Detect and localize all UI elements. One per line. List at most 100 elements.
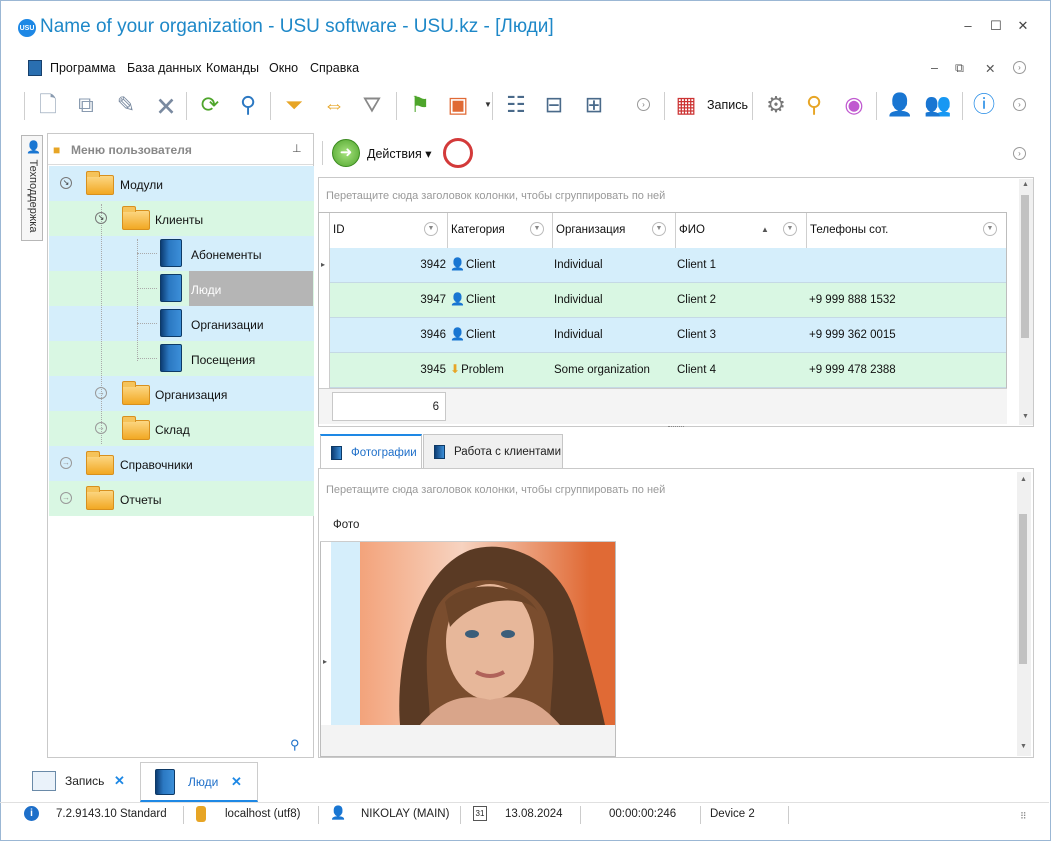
search-icon[interactable]: ⚲ [290,737,300,753]
scroll-down-icon[interactable]: ▼ [1020,743,1027,750]
doc-tab-people[interactable]: Люди ✕ [140,762,258,802]
status-separator [318,806,319,824]
resize-grip-icon[interactable]: ⠿ [1020,811,1027,822]
menu-window[interactable]: Окно [269,61,298,75]
collapsed-chevron-icon[interactable]: → [60,492,72,504]
copy-document-icon[interactable]: ⧉ [70,89,102,121]
map-pin-icon[interactable]: ⚲ [798,89,830,121]
scrollbar-thumb[interactable] [1021,195,1029,338]
info-icon[interactable]: ⓘ [968,89,1000,121]
cell-category: 👤Client [450,257,496,271]
filter-icon[interactable]: ▼ [983,222,997,236]
close-button[interactable]: ✕ [1012,18,1034,38]
delete-document-icon[interactable]: 🗙 [150,89,182,121]
scroll-up-icon[interactable]: ▲ [1020,476,1027,483]
close-icon[interactable]: ✕ [114,773,125,789]
tree-hierarchy-icon[interactable]: ⊞ [578,89,610,121]
book-icon [331,446,342,460]
pin-icon[interactable]: ⊥ [292,142,302,155]
collapsed-chevron-icon[interactable]: → [95,422,107,434]
tab-photos[interactable]: Фотографии [320,434,422,468]
tab-client-work[interactable]: Работа с клиентами [423,434,563,468]
mdi-minimize-button[interactable]: – [931,61,938,75]
mdi-restore-button[interactable]: ⧉ [955,61,964,76]
menu-commands[interactable]: Команды [206,61,259,75]
users-icon[interactable]: 👥 [922,89,954,121]
record-button-label[interactable]: Запись [707,98,748,112]
group-by-hint: Перетащите сюда заголовок колонки, чтобы… [326,484,666,496]
tree-expand-icon[interactable]: ☷ [500,89,532,121]
calendar-icon: 31 [473,806,487,821]
filter-check-icon[interactable]: ⛛ [356,89,388,121]
filter-icon[interactable]: ⏷ [278,89,310,121]
scroll-down-icon[interactable]: ▼ [1022,413,1029,420]
expanded-chevron-icon[interactable]: ↘ [60,177,72,189]
cell-name: Client 3 [677,329,716,341]
collapsed-chevron-icon[interactable]: → [60,457,72,469]
calendar-icon[interactable]: ▦ [670,89,702,121]
filter-icon[interactable]: ▼ [530,222,544,236]
tree-guide-line [137,253,157,254]
column-header-mobile-phones[interactable]: Телефоны сот. [807,213,1006,248]
app-menu-icon[interactable] [28,60,42,76]
table-row[interactable]: 3942 👤Client Individual Client 1 [330,248,1006,283]
doc-tab-record[interactable]: Запись ✕ [20,762,138,802]
menu-program[interactable]: Программа [50,61,116,75]
image-icon[interactable]: ▣ [442,89,474,121]
splitter-handle[interactable] [668,426,684,427]
table-row[interactable]: 3947 👤Client Individual Client 2 +9 999 … [330,283,1006,318]
menu-overflow-icon[interactable]: › [1013,61,1026,74]
support-side-tab[interactable]: 👤 Техподдержка [21,135,43,241]
toolbar-overflow-icon-2[interactable]: › [1013,98,1026,111]
filter-icon[interactable]: ▼ [652,222,666,236]
cell-name: Client 4 [677,364,716,376]
clock-icon[interactable] [443,138,473,168]
menu-database[interactable]: База данных [127,61,201,75]
user-icon[interactable]: 👤 [884,89,916,121]
search-icon[interactable]: ⚲ [232,89,264,121]
column-filter-icon[interactable]: ⇔ [318,89,350,121]
filter-icon[interactable]: ▼ [783,222,797,236]
table-row[interactable]: 3946 👤Client Individual Client 3 +9 999 … [330,318,1006,353]
toolbar-separator [664,92,665,120]
toolbar-separator [270,92,271,120]
actions-overflow-icon[interactable]: › [1013,147,1026,160]
flag-icon[interactable]: ⚑ [404,89,436,121]
cell-id: 3947 [420,294,446,306]
refresh-icon[interactable]: ⟳ [194,89,226,121]
scrollbar-thumb[interactable] [1019,514,1027,664]
row-indicator-header [319,213,330,248]
filter-icon[interactable]: ▼ [424,222,438,236]
add-document-icon[interactable]: 🗋 [32,89,64,121]
status-separator [580,806,581,824]
menu-help[interactable]: Справка [310,61,359,75]
close-icon[interactable]: ✕ [231,774,242,790]
toolbar-overflow-icon[interactable]: › [637,98,650,111]
column-header-photo[interactable]: Фото [320,508,616,542]
collapsed-chevron-icon[interactable]: → [95,387,107,399]
color-wheel-icon[interactable]: ◉ [838,89,870,121]
edit-document-icon[interactable]: ✎ [110,89,142,121]
cell-phone: +9 999 478 2388 [809,364,896,376]
arrow-right-icon: ➜ [332,139,360,167]
book-icon [160,239,182,267]
gear-icon[interactable]: ⚙ [760,89,792,121]
book-icon [160,274,182,302]
folder-open-icon [86,171,114,195]
cell-id: 3946 [420,329,446,341]
toolbar-separator [876,92,877,120]
tree-collapse-icon[interactable]: ⊟ [538,89,570,121]
status-separator [460,806,461,824]
table-row[interactable]: 3945 ⬇Problem Some organization Client 4… [330,353,1006,388]
expanded-chevron-icon[interactable]: ↘ [95,212,107,224]
status-version: 7.2.9143.10 Standard [56,808,167,820]
minimize-button[interactable]: – [957,18,979,38]
folder-icon: ■ [53,143,61,157]
user-menu-header: ■ Меню пользователя ⊥ [48,134,313,165]
scroll-up-icon[interactable]: ▲ [1022,181,1029,188]
actions-button[interactable]: ➜ Действия ▾ [332,139,436,167]
cell-category: ⬇Problem [450,362,504,376]
toolbar-grip [322,141,323,165]
maximize-button[interactable]: ☐ [985,18,1007,38]
mdi-close-button[interactable]: ✕ [985,61,995,76]
